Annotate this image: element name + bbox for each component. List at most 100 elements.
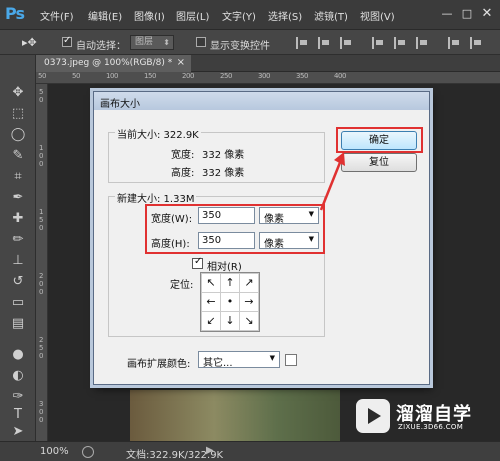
height-unit-value: 像素 <box>264 239 284 250</box>
info-icon[interactable] <box>82 446 94 458</box>
ruler-top: 5 0 5 0 1 0 0 1 5 0 2 0 0 2 5 0 3 0 0 3 … <box>36 72 500 84</box>
ruler-left: 5 0 1 0 0 1 5 0 2 0 0 2 5 0 3 0 0 <box>36 84 48 441</box>
align-hcenter-icon[interactable] <box>394 37 406 49</box>
ruler-left-tick: 0 <box>39 96 44 104</box>
menu-file[interactable]: 文件(F) <box>40 8 74 23</box>
distribute-vcenter-icon[interactable] <box>470 37 482 49</box>
lasso-tool-icon[interactable]: ◯ <box>10 127 26 143</box>
document-tab[interactable]: 0373.jpeg @ 100%(RGB/8) * × <box>36 55 191 72</box>
tool-panel: ✥ ⬚ ◯ ✎ ⌗ ✒ ✚ ✏ ⊥ ↺ ▭ ▤ ● ◐ ✑ T ➤ <box>0 55 36 441</box>
maximize-icon[interactable]: □ <box>460 7 474 21</box>
menu-type[interactable]: 文字(Y) <box>222 8 256 23</box>
brush-tool-icon[interactable]: ✏ <box>10 232 26 248</box>
anchor-label: 定位: <box>170 280 194 291</box>
current-size-label: 当前大小: 322.9K <box>115 126 201 141</box>
auto-select-label: 自动选择： <box>76 41 126 52</box>
anchor-bottom-left-icon[interactable]: ↙ <box>201 311 221 331</box>
ruler-left-tick: 0 <box>39 280 44 288</box>
menu-filter[interactable]: 滤镜(T) <box>314 8 348 23</box>
align-bottom-icon[interactable] <box>340 37 352 49</box>
anchor-top-right-icon[interactable]: ↗ <box>239 273 259 293</box>
ruler-top-tick: 0 <box>228 72 233 80</box>
ruler-left-tick: 0 <box>39 160 44 168</box>
ruler-left-tick: 5 <box>39 88 44 96</box>
marquee-tool-icon[interactable]: ⬚ <box>10 106 26 122</box>
new-width-label: 宽度(W): <box>151 214 193 225</box>
extension-color-select[interactable]: 其它... ▼ <box>198 351 280 369</box>
height-input[interactable]: 350 <box>198 232 255 249</box>
menu-view[interactable]: 视图(V) <box>360 8 395 23</box>
anchor-top-icon[interactable]: ↑ <box>220 273 240 293</box>
width-input[interactable]: 350 <box>198 207 255 224</box>
ruler-top-tick: 0 <box>76 72 81 80</box>
document-tab-bar: 0373.jpeg @ 100%(RGB/8) * × <box>36 55 500 72</box>
pen-tool-icon[interactable]: ✑ <box>10 389 26 405</box>
gradient-tool-icon[interactable]: ▤ <box>10 316 26 332</box>
menu-image[interactable]: 图像(I) <box>134 8 165 23</box>
align-right-icon[interactable] <box>416 37 428 49</box>
ruler-left-tick: 0 <box>39 416 44 424</box>
chevron-down-icon: ▼ <box>308 235 314 243</box>
clone-stamp-tool-icon[interactable]: ⊥ <box>10 253 26 269</box>
relative-checkbox[interactable] <box>192 256 203 269</box>
menu-layer[interactable]: 图层(L) <box>176 8 209 23</box>
menu-bar: Ps 文件(F) 编辑(E) 图像(I) 图层(L) 文字(Y) 选择(S) 滤… <box>0 0 500 30</box>
ruler-left-tick: 0 <box>39 224 44 232</box>
reset-button[interactable]: 复位 <box>341 153 417 172</box>
distribute-top-icon[interactable] <box>448 37 460 49</box>
ruler-left-tick: 1 <box>39 144 44 152</box>
ruler-top-tick: 0 <box>266 72 271 80</box>
align-left-icon[interactable] <box>372 37 384 49</box>
anchor-right-icon[interactable]: → <box>239 292 259 312</box>
auto-select-target-dropdown[interactable]: 图层 ⬍ <box>130 35 174 50</box>
align-vcenter-icon[interactable] <box>318 37 330 49</box>
history-brush-tool-icon[interactable]: ↺ <box>10 274 26 290</box>
ruler-top-tick: 0 <box>190 72 195 80</box>
auto-select-checkbox[interactable] <box>62 35 72 47</box>
blur-tool-icon[interactable]: ● <box>10 347 26 363</box>
chevron-down-icon: ⬍ <box>163 38 170 47</box>
anchor-grid: ↖ ↑ ↗ ← • → ↙ ↓ ↘ <box>200 272 260 332</box>
move-tool-icon[interactable]: ▸✥ <box>22 36 37 49</box>
anchor-left-icon[interactable]: ← <box>201 292 221 312</box>
current-width-value: 332 像素 <box>202 150 245 161</box>
document-tab-label: 0373.jpeg @ 100%(RGB/8) * <box>44 58 173 68</box>
align-top-icon[interactable] <box>296 37 308 49</box>
zoom-level[interactable]: 100% <box>40 446 69 457</box>
extension-color-swatch[interactable] <box>285 354 297 366</box>
anchor-bottom-right-icon[interactable]: ↘ <box>239 311 259 331</box>
close-tab-icon[interactable]: × <box>177 57 185 68</box>
path-select-tool-icon[interactable]: ➤ <box>10 424 26 440</box>
show-transform-checkbox[interactable] <box>196 37 206 47</box>
move-tool-icon[interactable]: ✥ <box>10 85 26 101</box>
document-image <box>130 390 340 442</box>
minimize-icon[interactable]: — <box>440 7 454 21</box>
type-tool-icon[interactable]: T <box>10 407 26 423</box>
ruler-left-tick: 5 <box>39 344 44 352</box>
anchor-top-left-icon[interactable]: ↖ <box>201 273 221 293</box>
crop-tool-icon[interactable]: ⌗ <box>10 169 26 185</box>
extension-color-value: 其它... <box>203 358 233 369</box>
align-icons-group <box>296 37 496 49</box>
dodge-tool-icon[interactable]: ◐ <box>10 368 26 384</box>
status-menu-arrow-icon[interactable]: ▶ <box>206 445 214 456</box>
new-size-label: 新建大小: 1.33M <box>115 190 197 205</box>
eraser-tool-icon[interactable]: ▭ <box>10 295 26 311</box>
ruler-left-tick: 2 <box>39 336 44 344</box>
healing-brush-tool-icon[interactable]: ✚ <box>10 211 26 227</box>
ruler-left-tick: 0 <box>39 152 44 160</box>
ruler-left-tick: 1 <box>39 208 44 216</box>
height-unit-select[interactable]: 像素 ▼ <box>259 232 319 250</box>
close-icon[interactable]: ✕ <box>480 7 494 21</box>
menu-select[interactable]: 选择(S) <box>268 8 302 23</box>
anchor-center-icon[interactable]: • <box>220 292 240 312</box>
width-unit-value: 像素 <box>264 214 284 225</box>
watermark-subtitle: ZIXUE.3D66.COM <box>398 423 464 431</box>
width-unit-select[interactable]: 像素 ▼ <box>259 207 319 225</box>
anchor-bottom-icon[interactable]: ↓ <box>220 311 240 331</box>
quick-select-tool-icon[interactable]: ✎ <box>10 148 26 164</box>
eyedropper-tool-icon[interactable]: ✒ <box>10 190 26 206</box>
chevron-down-icon: ▼ <box>308 210 314 218</box>
ok-button[interactable]: 确定 <box>341 131 417 150</box>
menu-edit[interactable]: 编辑(E) <box>88 8 122 23</box>
